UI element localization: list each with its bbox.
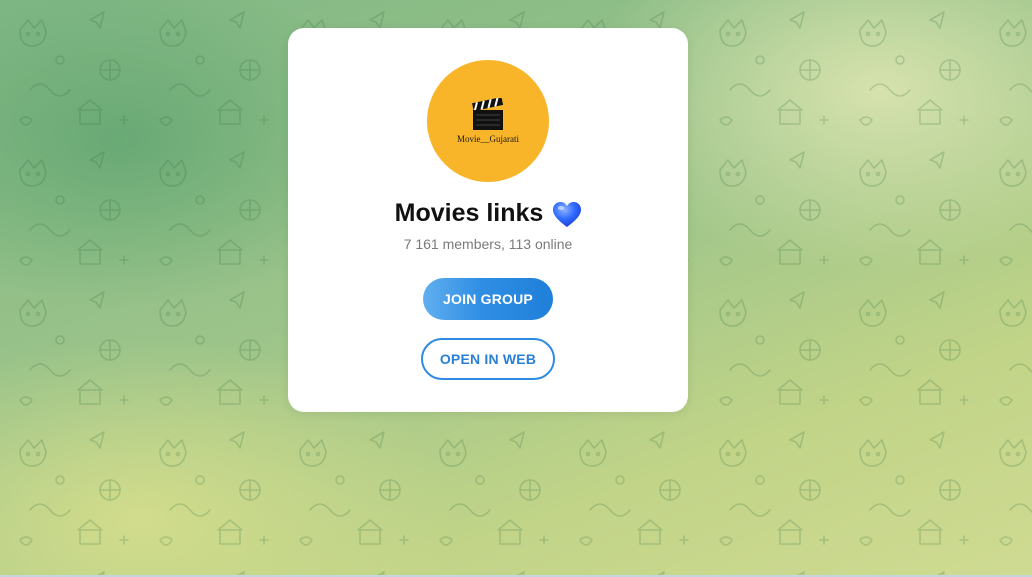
avatar-caption: Movie__Gujarati	[457, 134, 519, 144]
open-in-web-button[interactable]: OPEN IN WEB	[421, 338, 555, 380]
group-member-stats: 7 161 members, 113 online	[403, 236, 573, 252]
group-title: Movies links	[394, 198, 544, 227]
clapperboard-icon	[472, 98, 504, 130]
group-avatar: Movie__Gujarati	[427, 60, 549, 182]
group-preview-card: Movie__Gujarati Movies links 7 161 membe…	[288, 28, 688, 412]
blue-heart-icon	[553, 202, 582, 227]
join-group-button[interactable]: JOIN GROUP	[423, 278, 553, 320]
group-title-row: Movies links	[288, 198, 688, 228]
